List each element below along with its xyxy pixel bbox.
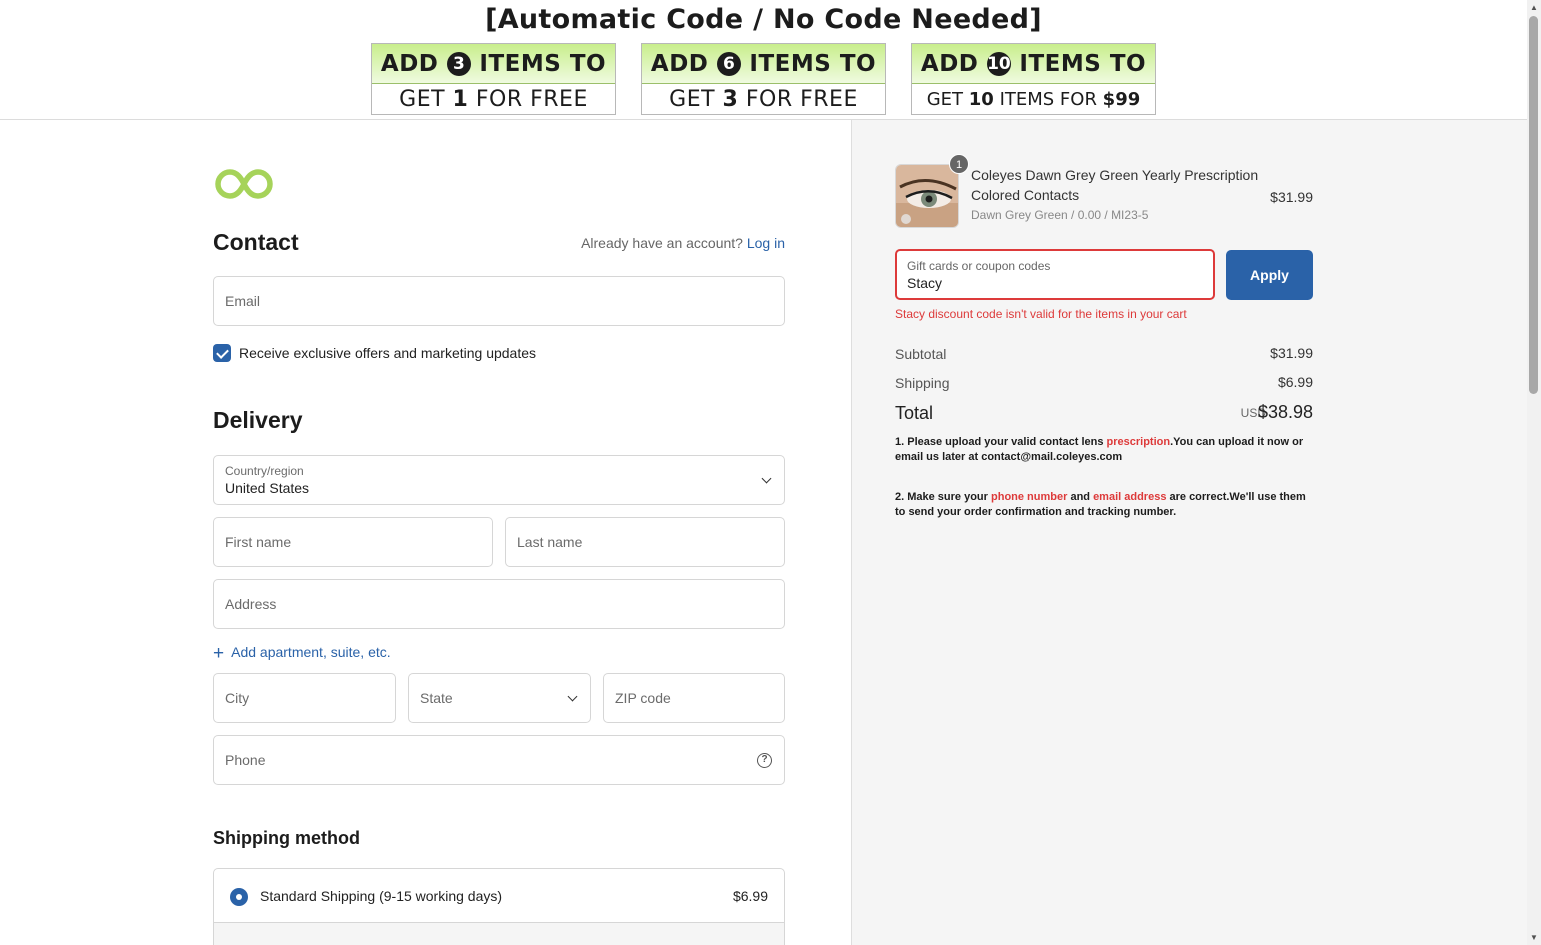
product-price: $31.99 xyxy=(1270,189,1313,205)
country-select[interactable]: Country/region United States xyxy=(213,455,785,505)
promo-number-badge: 3 xyxy=(446,52,471,76)
marketing-checkbox[interactable] xyxy=(213,344,231,362)
coupon-input[interactable]: Gift cards or coupon codes Stacy xyxy=(895,249,1215,300)
logo-infinity-icon[interactable] xyxy=(215,168,273,205)
subtotal-value: $31.99 xyxy=(1270,345,1313,361)
banner-title: [Automatic Code / No Code Needed] xyxy=(485,4,1042,35)
product-name: Coleyes Dawn Grey Green Yearly Prescript… xyxy=(971,167,1259,203)
radio-selected-icon[interactable] xyxy=(230,888,248,906)
shipping-option-standard[interactable]: Standard Shipping (9-15 working days) $6… xyxy=(214,869,784,923)
promo-card-1[interactable]: ADD 3 ITEMS TO GET 1 FOR FREE xyxy=(371,43,616,115)
plus-icon: + xyxy=(213,643,225,664)
last-name-field[interactable]: Last name xyxy=(505,517,785,567)
promo-card-2[interactable]: ADD 6 ITEMS TO GET 3 FOR FREE xyxy=(641,43,886,115)
product-image xyxy=(895,164,959,228)
zip-field[interactable]: ZIP code xyxy=(603,673,785,723)
order-summary-panel xyxy=(851,120,1527,945)
shipping-label: Shipping xyxy=(895,375,950,391)
chevron-down-icon xyxy=(761,473,772,484)
promo-number-badge: 10 xyxy=(986,52,1011,76)
promo-card-3[interactable]: ADD 10 ITEMS TO GET 10 ITEMS FOR $99 xyxy=(911,43,1156,115)
email-field[interactable]: Email xyxy=(213,276,785,326)
add-apartment-link[interactable]: + Add apartment, suite, etc. xyxy=(213,643,391,665)
contact-heading: Contact xyxy=(213,229,299,255)
page-scrollbar[interactable]: ▲ ▼ xyxy=(1527,0,1541,945)
shipping-options: Standard Shipping (9-15 working days) $6… xyxy=(213,868,785,945)
city-field[interactable]: City xyxy=(213,673,396,723)
quantity-badge: 1 xyxy=(949,154,969,174)
state-select[interactable]: State xyxy=(408,673,591,723)
shipping-method-heading: Shipping method xyxy=(213,828,360,848)
chevron-down-icon xyxy=(567,691,578,702)
subtotal-label: Subtotal xyxy=(895,346,947,362)
apply-button[interactable]: Apply xyxy=(1226,250,1313,300)
account-prompt: Already have an account? Log in xyxy=(581,235,785,251)
help-circle-icon[interactable]: ? xyxy=(757,753,772,768)
marketing-checkbox-label: Receive exclusive offers and marketing u… xyxy=(239,345,537,361)
shipping-value: $6.99 xyxy=(1277,374,1313,390)
scroll-thumb[interactable] xyxy=(1529,16,1538,394)
scroll-down-icon[interactable]: ▼ xyxy=(1529,933,1539,942)
delivery-heading: Delivery xyxy=(213,407,303,433)
total-label: Total xyxy=(895,403,934,423)
promo-banner: [Automatic Code / No Code Needed] ADD 3 … xyxy=(0,0,1527,120)
first-name-field[interactable]: First name xyxy=(213,517,493,567)
prescription-note: 1. Please upload your valid contact lens… xyxy=(895,436,1304,463)
coupon-error-message: Stacy discount code isn't valid for the … xyxy=(895,307,1187,321)
contact-info-note: 2. Make sure your phone number and email… xyxy=(895,491,1306,518)
promo-number-badge: 6 xyxy=(716,52,741,76)
product-variant: Dawn Grey Green / 0.00 / MI23-5 xyxy=(971,208,1149,222)
phone-field[interactable]: Phone ? xyxy=(213,735,785,785)
address-field[interactable]: Address xyxy=(213,579,785,629)
scroll-up-icon[interactable]: ▲ xyxy=(1529,3,1539,12)
total-value: $38.98 xyxy=(1257,402,1313,422)
login-link[interactable]: Log in xyxy=(747,235,785,251)
